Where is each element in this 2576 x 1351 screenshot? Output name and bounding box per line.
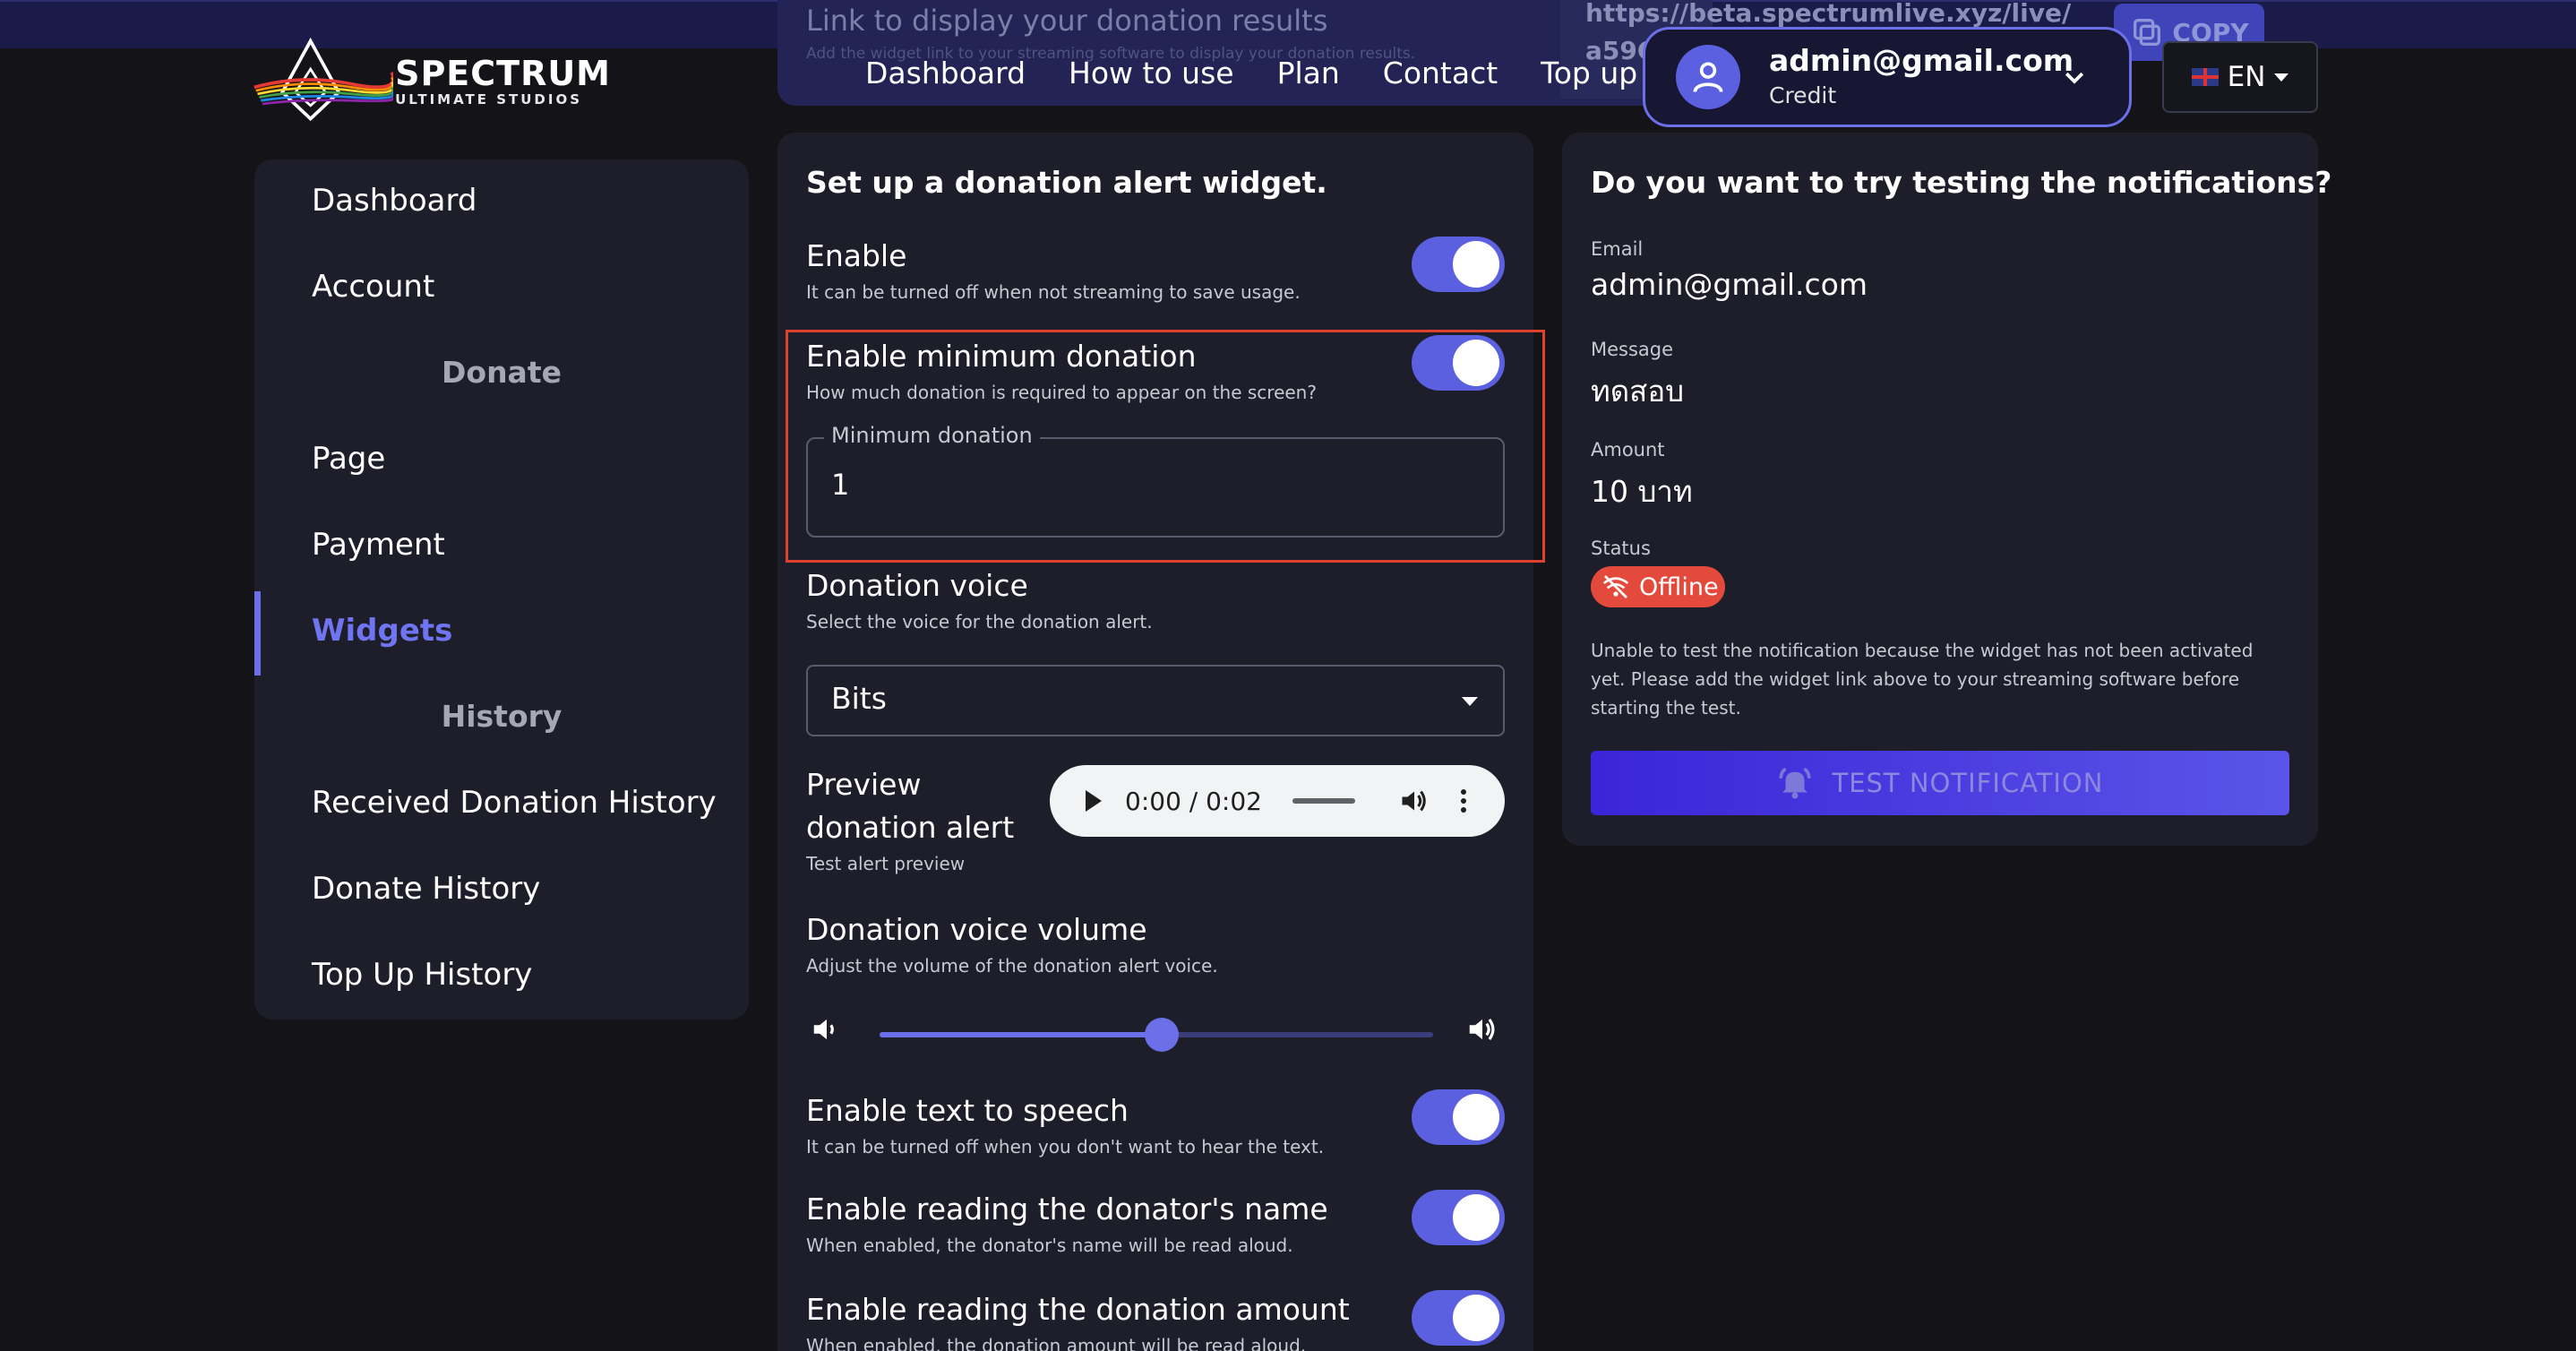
- audio-player: 0:00 / 0:02: [1050, 765, 1505, 837]
- nav-how-to-use[interactable]: How to use: [1069, 56, 1234, 90]
- read-amount-toggle[interactable]: [1412, 1290, 1505, 1346]
- status-badge-label: Offline: [1639, 572, 1719, 601]
- widget-link-title: Link to display your donation results: [806, 4, 1328, 38]
- sidebar-active-indicator: [254, 591, 261, 676]
- bell-icon: [1779, 767, 1811, 799]
- sidebar-group-donate: Donate: [442, 355, 562, 390]
- donation-voice-select[interactable]: [806, 665, 1505, 736]
- user-email: admin@gmail.com: [1769, 43, 2074, 78]
- sidebar-item-top-up-history[interactable]: Top Up History: [312, 957, 532, 993]
- sidebar-item-page[interactable]: Page: [312, 441, 385, 477]
- nav-contact[interactable]: Contact: [1383, 56, 1498, 90]
- sidebar-item-payment[interactable]: Payment: [312, 527, 445, 563]
- sidebar-item-account[interactable]: Account: [312, 269, 434, 305]
- volume-description: Adjust the volume of the donation alert …: [806, 955, 1218, 977]
- volume-label: Donation voice volume: [806, 912, 1147, 947]
- widget-settings-heading: Set up a donation alert widget.: [806, 165, 1327, 200]
- language-label: EN: [2227, 61, 2266, 93]
- test-notification-button[interactable]: TEST NOTIFICATION: [1591, 751, 2289, 815]
- language-select[interactable]: EN: [2162, 41, 2318, 113]
- volume-high-icon: [1469, 1018, 1495, 1041]
- tts-label: Enable text to speech: [806, 1093, 1129, 1128]
- user-menu[interactable]: admin@gmail.com Credit: [1643, 27, 2132, 127]
- user-credit: Credit: [1769, 82, 1837, 108]
- copy-icon: [2134, 19, 2161, 46]
- brand-subtitle: ULTIMATE STUDIOS: [395, 91, 583, 108]
- sidebar-group-history: History: [441, 699, 562, 734]
- min-donation-field-label: Minimum donation: [824, 423, 1040, 448]
- audio-progress-bar[interactable]: [1292, 798, 1355, 804]
- enable-label: Enable: [806, 238, 907, 273]
- volume-slider-fill: [880, 1032, 1162, 1037]
- test-note: Unable to test the notification because …: [1591, 640, 2254, 719]
- brand-title: SPECTRUM: [395, 54, 611, 93]
- test-heading: Do you want to try testing the notificat…: [1591, 165, 2332, 200]
- dropdown-arrow-icon: [1462, 697, 1478, 706]
- test-status-label: Status: [1591, 538, 1651, 559]
- play-icon[interactable]: [1086, 790, 1102, 812]
- brand-logo[interactable]: SPECTRUM ULTIMATE STUDIOS: [253, 32, 611, 131]
- nav-dashboard[interactable]: Dashboard: [865, 56, 1026, 90]
- read-amount-description: When enabled, the donation amount will b…: [806, 1335, 1307, 1351]
- test-amount-value: 10 บาท: [1591, 474, 1693, 509]
- test-amount-label: Amount: [1591, 439, 1665, 460]
- chevron-down-icon: [2065, 72, 2084, 84]
- widget-settings-card: [777, 133, 1533, 1351]
- enable-description: It can be turned off when not streaming …: [806, 281, 1301, 303]
- read-name-description: When enabled, the donator's name will be…: [806, 1235, 1293, 1256]
- preview-label-line1: Preview: [806, 767, 922, 802]
- min-donation-toggle[interactable]: [1412, 335, 1505, 391]
- min-donation-input[interactable]: 1: [831, 468, 849, 502]
- sidebar-item-received-donation-history[interactable]: Received Donation History: [312, 785, 717, 821]
- preview-label-line2: donation alert: [806, 810, 1015, 845]
- caret-down-icon: [2274, 73, 2289, 82]
- min-donation-field[interactable]: [806, 437, 1505, 538]
- nav-top-up[interactable]: Top up: [1541, 56, 1637, 90]
- min-donation-description: How much donation is required to appear …: [806, 382, 1317, 403]
- read-amount-label: Enable reading the donation amount: [806, 1292, 1350, 1327]
- enable-toggle[interactable]: [1412, 237, 1505, 292]
- top-nav: Dashboard How to use Plan Contact Top up: [865, 56, 1637, 90]
- test-notification-button-label: TEST NOTIFICATION: [1832, 768, 2104, 798]
- more-options-icon[interactable]: [1461, 789, 1466, 813]
- spectrum-logo-icon: [253, 37, 394, 122]
- sidebar-item-donate-history[interactable]: Donate History: [312, 871, 540, 907]
- test-email-label: Email: [1591, 238, 1644, 260]
- donation-voice-description: Select the voice for the donation alert.: [806, 611, 1153, 632]
- preview-description: Test alert preview: [806, 853, 966, 874]
- min-donation-label: Enable minimum donation: [806, 339, 1197, 374]
- donation-voice-value: Bits: [831, 681, 887, 716]
- test-message-value: ทดสอบ: [1591, 374, 1685, 409]
- test-email-value: admin@gmail.com: [1591, 267, 1868, 302]
- volume-slider-thumb[interactable]: [1145, 1018, 1179, 1052]
- tts-toggle[interactable]: [1412, 1089, 1505, 1145]
- nav-plan[interactable]: Plan: [1277, 56, 1340, 90]
- avatar: [1676, 45, 1740, 109]
- wifi-off-icon: [1602, 575, 1629, 598]
- sidebar-item-dashboard[interactable]: Dashboard: [312, 183, 477, 219]
- uk-flag-icon: [2191, 68, 2219, 86]
- sidebar-item-widgets[interactable]: Widgets: [312, 613, 452, 649]
- speaker-icon[interactable]: [1398, 785, 1430, 817]
- read-name-toggle[interactable]: [1412, 1190, 1505, 1245]
- user-icon: [1693, 62, 1723, 93]
- widget-url-text: https://beta.spectrumlive.xyz/live/: [1585, 0, 2072, 28]
- donation-voice-label: Donation voice: [806, 568, 1028, 603]
- audio-time: 0:00 / 0:02: [1125, 786, 1262, 816]
- status-badge: Offline: [1591, 566, 1725, 607]
- test-message-label: Message: [1591, 339, 1674, 360]
- read-name-label: Enable reading the donator's name: [806, 1192, 1328, 1226]
- tts-description: It can be turned off when you don't want…: [806, 1136, 1325, 1157]
- volume-low-icon: [813, 1019, 834, 1040]
